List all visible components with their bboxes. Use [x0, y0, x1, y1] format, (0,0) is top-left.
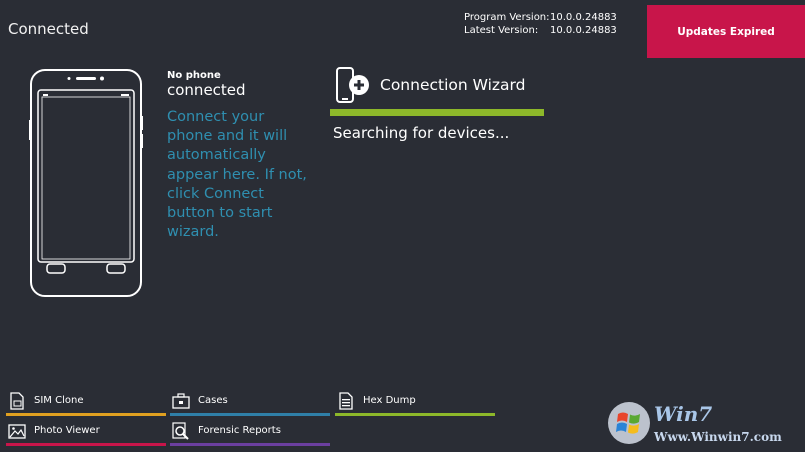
forensic-reports-underline	[170, 443, 330, 446]
sim-card-icon	[10, 392, 24, 410]
connected-label: connected	[167, 81, 246, 99]
binary-file-icon	[339, 392, 353, 410]
hex-dump-label: Hex Dump	[363, 395, 416, 406]
sim-clone-label: SIM Clone	[34, 395, 84, 406]
no-phone-label: No phone	[167, 70, 221, 81]
add-phone-icon	[336, 67, 369, 103]
hex-dump-button[interactable]: Hex Dump	[335, 390, 495, 416]
cases-underline	[170, 413, 330, 416]
latest-version-value: 10.0.0.24883	[550, 25, 617, 36]
sim-clone-underline	[6, 413, 166, 416]
sim-clone-button[interactable]: SIM Clone	[6, 390, 166, 416]
program-version-row: Program Version:10.0.0.24883	[464, 11, 617, 24]
cases-button[interactable]: Cases	[170, 390, 330, 416]
phone-outline-icon	[29, 69, 143, 297]
searching-status: Searching for devices...	[333, 124, 510, 142]
magnifier-report-icon	[172, 422, 189, 440]
photo-viewer-button[interactable]: Photo Viewer	[6, 420, 166, 446]
forensic-reports-label: Forensic Reports	[198, 425, 281, 436]
watermark-url: Www.Winwin7.com	[654, 430, 782, 444]
latest-version-row: Latest Version: 10.0.0.24883	[464, 24, 617, 37]
windows-logo-icon	[608, 402, 650, 444]
forensic-reports-button[interactable]: Forensic Reports	[170, 420, 330, 446]
program-version-value: 10.0.0.24883	[550, 12, 617, 23]
connection-wizard-label: Connection Wizard	[380, 76, 526, 94]
photo-viewer-label: Photo Viewer	[34, 425, 100, 436]
photo-viewer-underline	[6, 443, 166, 446]
updates-expired-button[interactable]: Updates Expired	[647, 5, 805, 58]
hex-dump-underline	[335, 413, 495, 416]
connection-wizard-underline	[330, 109, 544, 116]
program-version-label: Program Version:	[464, 12, 550, 23]
connection-status-title: Connected	[8, 20, 89, 38]
latest-version-label: Latest Version:	[464, 25, 539, 36]
version-info: Program Version:10.0.0.24883 Latest Vers…	[464, 11, 617, 37]
cases-label: Cases	[198, 395, 228, 406]
watermark-brand: Win7	[654, 402, 713, 426]
briefcase-icon	[172, 393, 190, 409]
connect-instructions: Connect your phone and it will automatic…	[167, 109, 307, 241]
connection-wizard-button[interactable]: Connection Wizard	[330, 67, 544, 117]
photo-icon	[8, 424, 26, 439]
site-watermark: Win7 Www.Winwin7.com	[606, 398, 802, 450]
